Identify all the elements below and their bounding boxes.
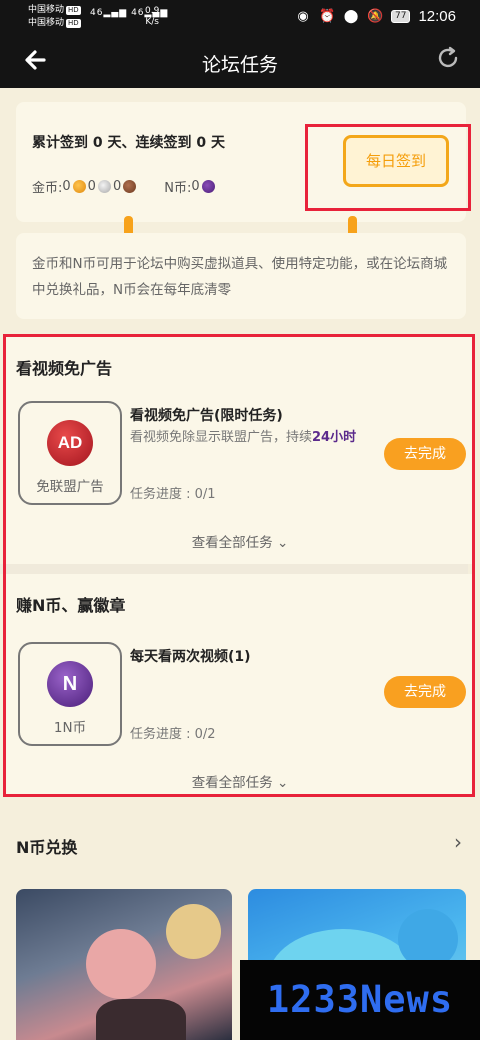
coins-label: 金币: bbox=[32, 181, 63, 196]
alarm-icon: ⏰ bbox=[319, 8, 336, 24]
exchange-item-image[interactable] bbox=[16, 889, 232, 1040]
network-speed: 0.9 K/s bbox=[145, 6, 160, 27]
nav-bar: 论坛任务 bbox=[0, 36, 480, 88]
carrier-1: 中国移动 bbox=[28, 5, 65, 15]
annotation-box-tasks bbox=[3, 334, 475, 797]
location-icon: ⬤ bbox=[343, 8, 359, 24]
n-label: N币: bbox=[164, 181, 192, 196]
carrier-2: 中国移动 bbox=[28, 18, 65, 28]
daily-checkin-button[interactable]: 每日签到 bbox=[343, 135, 449, 187]
battery-icon: 77 bbox=[391, 10, 411, 23]
mute-icon: 🔕 bbox=[367, 8, 384, 24]
hd-badge-2: HD bbox=[66, 19, 81, 28]
n-coin-icon bbox=[201, 180, 215, 193]
eye-icon: ◉ bbox=[297, 8, 309, 24]
checkin-summary: 累计签到 0 天、连续签到 0 天 bbox=[32, 135, 225, 151]
clock: 12:06 bbox=[418, 8, 456, 25]
exchange-title: N币兑换 bbox=[16, 838, 78, 857]
n-exchange-header[interactable]: N币兑换 › bbox=[0, 816, 480, 876]
info-card: 金币和N币可用于论坛中购买虚拟道具、使用特定功能，或在论坛商城中兑换礼品，N币会… bbox=[16, 233, 466, 319]
refresh-icon[interactable] bbox=[434, 46, 462, 74]
info-text: 金币和N币可用于论坛中购买虚拟道具、使用特定功能，或在论坛商城中兑换礼品，N币会… bbox=[32, 256, 448, 298]
carrier-info: 中国移动 HD 中国移动 HD bbox=[28, 4, 81, 30]
balance-row: 金币: 0 0 0 N币: 0 bbox=[32, 177, 217, 196]
page-title: 论坛任务 bbox=[201, 54, 278, 76]
gold-count: 0 bbox=[62, 179, 71, 194]
bronze-coin-icon bbox=[123, 180, 137, 193]
hd-badge: HD bbox=[66, 6, 81, 15]
n-count: 0 bbox=[191, 179, 200, 194]
silver-count: 0 bbox=[87, 179, 96, 194]
bronze-count: 0 bbox=[112, 179, 122, 194]
silver-coin-icon bbox=[97, 180, 111, 193]
chevron-right-icon: › bbox=[454, 830, 462, 854]
status-bar: 中国移动 HD 中国移动 HD 46▂▄▆ 46▂▄▆ 0.9 K/s ◉ ⏰ ⬤ … bbox=[0, 0, 480, 36]
watermark-logo: 1233News bbox=[240, 960, 480, 1040]
gold-coin-icon bbox=[72, 180, 86, 193]
